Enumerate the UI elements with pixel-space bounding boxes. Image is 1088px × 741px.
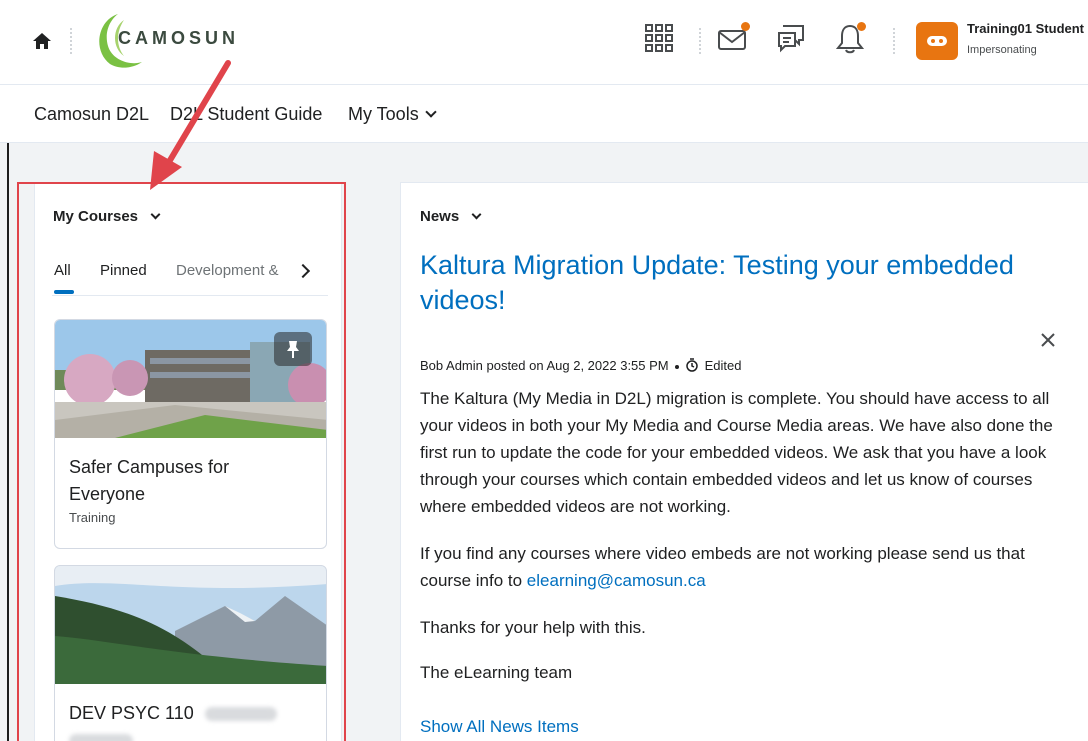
header-divider bbox=[699, 28, 701, 54]
news-paragraph: The eLearning team bbox=[420, 663, 573, 682]
edited-label: Edited bbox=[704, 358, 742, 373]
news-paragraph-text: If you find any courses where video embe… bbox=[420, 544, 1025, 590]
news-paragraph: The Kaltura (My Media in D2L) migration … bbox=[420, 389, 1053, 516]
header-divider bbox=[70, 28, 72, 54]
user-name[interactable]: Training01 Student bbox=[967, 21, 1084, 36]
mail-notification-dot bbox=[741, 22, 750, 31]
chevron-down-icon bbox=[471, 209, 482, 220]
user-avatar[interactable] bbox=[916, 22, 958, 60]
news-title-text: News bbox=[420, 208, 460, 225]
waffle-icon[interactable] bbox=[643, 22, 675, 54]
separator-dot bbox=[674, 364, 679, 369]
news-title[interactable]: News bbox=[420, 208, 482, 225]
nav-item-camosun-d2l[interactable]: Camosun D2L bbox=[34, 104, 149, 125]
nav-item-my-tools[interactable]: My Tools bbox=[348, 104, 437, 125]
chevron-down-icon bbox=[425, 106, 437, 118]
annotation-arrow bbox=[150, 60, 231, 190]
nav-item-my-tools-label: My Tools bbox=[348, 104, 419, 124]
news-paragraph: Thanks for your help with this. bbox=[420, 618, 646, 637]
logo-text: CAMOSUN bbox=[118, 28, 239, 48]
page-edge bbox=[7, 143, 9, 741]
news-author-date: Bob Admin posted on Aug 2, 2022 3:55 PM bbox=[420, 358, 669, 373]
news-meta: Bob Admin posted on Aug 2, 2022 3:55 PM … bbox=[420, 358, 742, 373]
chat-icon[interactable] bbox=[775, 22, 807, 54]
news-headline[interactable]: Kaltura Migration Update: Testing your e… bbox=[420, 248, 1020, 318]
impersonate-mask-icon bbox=[927, 36, 947, 46]
close-icon[interactable] bbox=[1038, 330, 1058, 350]
email-link[interactable]: elearning@camosun.ca bbox=[527, 571, 706, 590]
news-paragraph: If you find any courses where video embe… bbox=[420, 540, 1070, 594]
show-all-news-link[interactable]: Show All News Items bbox=[420, 717, 579, 737]
user-role: Impersonating bbox=[967, 44, 1037, 56]
highlight-box bbox=[17, 182, 346, 741]
home-icon[interactable] bbox=[32, 31, 52, 51]
bell-notification-dot bbox=[857, 22, 866, 31]
header-divider bbox=[893, 28, 895, 54]
edited-history-icon bbox=[685, 358, 698, 372]
